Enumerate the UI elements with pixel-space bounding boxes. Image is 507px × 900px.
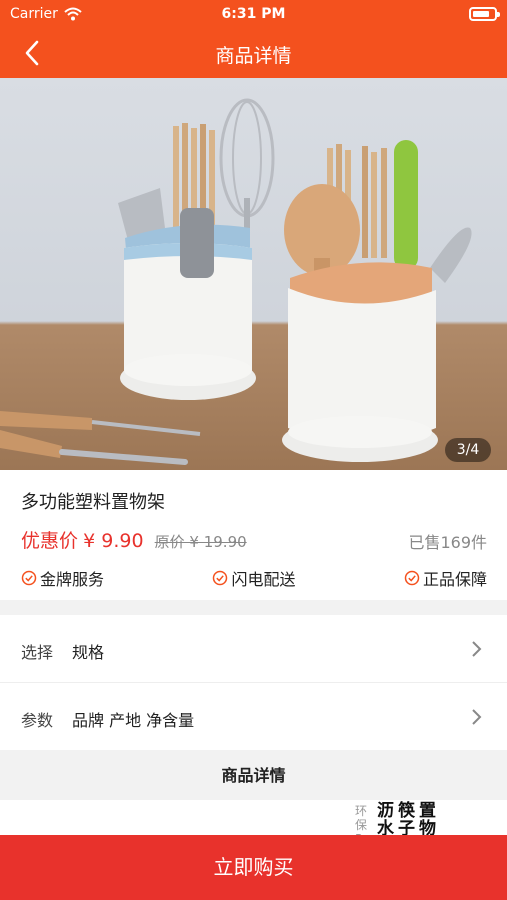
battery-icon [469,7,500,21]
status-bar: Carrier 6:31 PM [0,0,507,28]
select-label: 选择 [21,643,54,662]
nav-bar: 商品详情 [0,28,507,78]
badge-genuine-guarantee: 正品保障 [404,568,487,589]
current-price: ¥ 9.90 [83,530,144,552]
badge-label: 闪电配送 [231,570,296,589]
product-info-card: 多功能塑料置物架 优惠价 ¥ 9.90 原价 ¥ 19.90 已售169件 金牌… [0,470,507,600]
original-price: 原价 ¥ 19.90 [154,533,247,551]
params-value: 品牌 产地 净含量 [72,711,195,730]
status-time: 6:31 PM [221,6,286,22]
check-circle-icon [404,570,420,586]
check-circle-icon [213,570,228,586]
service-badges: 金牌服务 闪电配送 正品保障 [21,568,487,589]
price-label: 优惠价 [21,530,79,552]
params-row[interactable]: 参数 品牌 产地 净含量 [0,683,507,750]
page-title: 商品详情 [215,45,292,67]
product-image-gallery[interactable]: 3/4 [0,78,507,470]
check-circle-icon [21,570,37,586]
detail-image-title: 沥筷置 水子物 [377,801,440,839]
badge-label: 正品保障 [422,570,487,589]
badge-gold-service: 金牌服务 [21,568,105,589]
product-name: 多功能塑料置物架 [21,492,165,513]
badge-fast-delivery: 闪电配送 [212,568,296,589]
select-value: 规格 [72,643,105,662]
select-spec-row[interactable]: 选择 规格 [0,615,507,682]
params-label: 参数 [21,711,54,730]
buy-now-button[interactable]: 立即购买 [0,835,507,900]
chevron-right-icon [472,641,482,657]
detail-image: 环保PP 沥筷置 水子物 [0,800,507,840]
chevron-right-icon [472,709,482,725]
image-counter-badge: 3/4 [445,438,491,462]
product-photo [0,98,472,465]
detail-section-header: 商品详情 [0,750,507,800]
badge-label: 金牌服务 [40,570,105,589]
sold-count: 已售169件 [408,533,487,552]
price-row: 优惠价 ¥ 9.90 原价 ¥ 19.90 已售169件 [21,526,487,552]
